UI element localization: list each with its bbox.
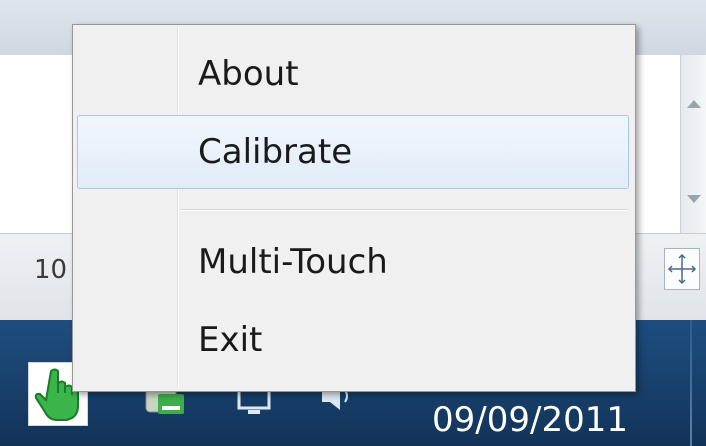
menu-item-about[interactable]: About (77, 37, 629, 111)
tray-context-menu: About Calibrate Multi-Touch Exit (72, 24, 636, 392)
menu-item-label: Calibrate (198, 132, 353, 172)
clock-date[interactable]: 09/09/2011 (432, 400, 628, 440)
menu-item-exit[interactable]: Exit (77, 303, 629, 377)
menu-item-label: Multi-Touch (198, 242, 388, 282)
menu-item-multi-touch[interactable]: Multi-Touch (77, 225, 629, 299)
fit-to-window-icon[interactable] (664, 248, 700, 290)
menu-separator (181, 209, 627, 211)
scroll-down-arrow-icon[interactable] (687, 195, 701, 203)
menu-item-label: About (198, 54, 299, 94)
vertical-scrollbar[interactable] (680, 55, 706, 233)
taskbar-divider (690, 320, 692, 446)
scroll-up-arrow-icon[interactable] (687, 100, 701, 108)
menu-item-calibrate[interactable]: Calibrate (77, 115, 629, 189)
status-text: 10 (34, 255, 68, 285)
menu-item-label: Exit (198, 320, 263, 360)
